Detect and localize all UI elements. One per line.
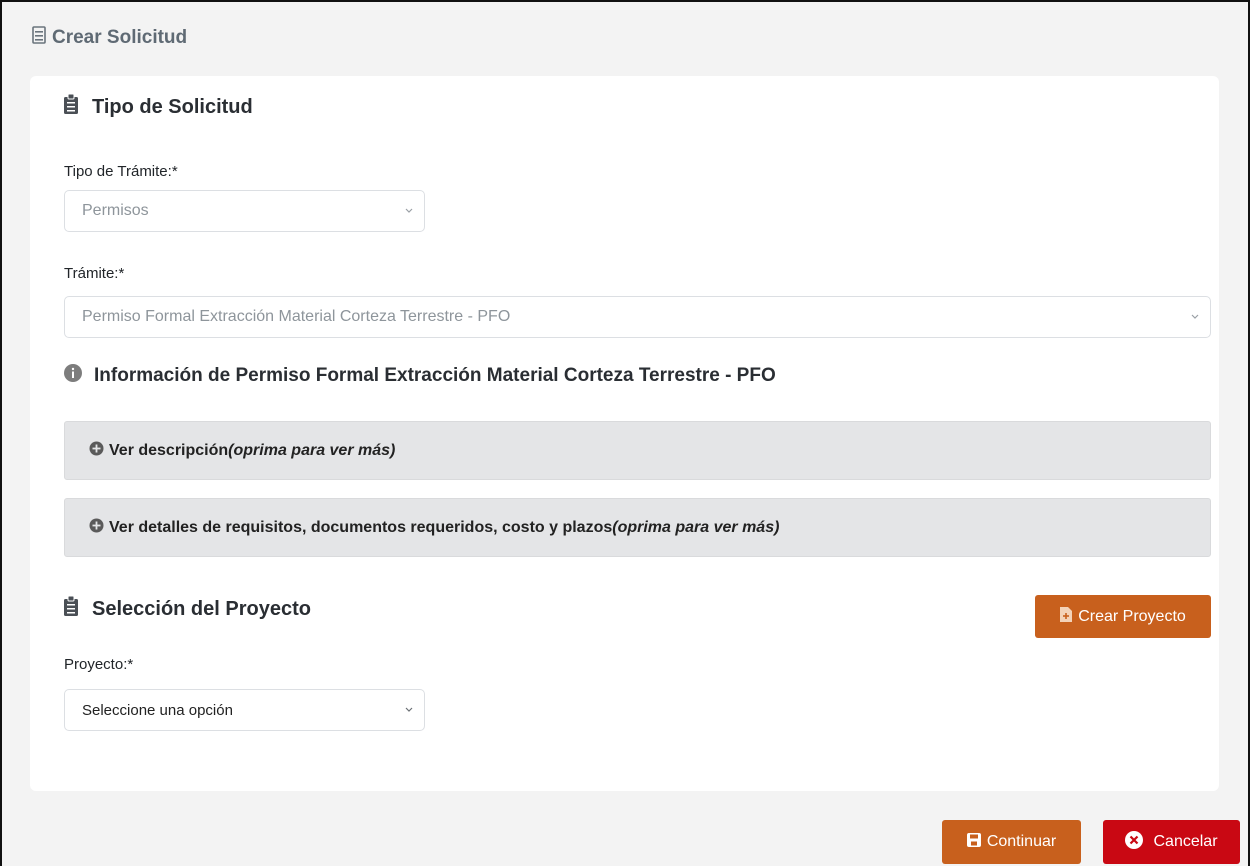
accordion-detalles[interactable]: Ver detalles de requisitos, documentos r… bbox=[64, 498, 1211, 557]
continuar-button[interactable]: Continuar bbox=[942, 820, 1081, 864]
section-informacion: Información de Permiso Formal Extracción… bbox=[64, 364, 776, 388]
section-proyecto: Selección del Proyecto bbox=[64, 595, 311, 622]
continuar-label: Continuar bbox=[986, 833, 1057, 850]
chevron-down-icon bbox=[1190, 309, 1200, 330]
proyecto-label: Proyecto:* bbox=[64, 656, 134, 673]
crear-proyecto-button[interactable]: Crear Proyecto bbox=[1035, 595, 1211, 638]
section-heading: Información de Permiso Formal Extracción… bbox=[94, 365, 776, 386]
plus-circle-icon bbox=[89, 518, 104, 538]
section-tipo-solicitud: Tipo de Solicitud bbox=[64, 93, 253, 120]
info-icon bbox=[64, 364, 82, 388]
form-card: Tipo de Solicitud Tipo de Trámite:* Perm… bbox=[30, 76, 1219, 791]
cancelar-button[interactable]: Cancelar bbox=[1103, 820, 1240, 864]
accordion-label: Ver detalles de requisitos, documentos r… bbox=[109, 518, 780, 536]
clipboard-icon bbox=[64, 595, 78, 622]
tramite-label: Trámite:* bbox=[64, 265, 125, 282]
plus-circle-icon bbox=[89, 441, 104, 461]
file-plus-icon bbox=[1060, 606, 1073, 627]
proyecto-value: Seleccione una opción bbox=[82, 701, 233, 719]
section-heading: Tipo de Solicitud bbox=[92, 95, 253, 118]
accordion-hint: (oprima para ver más) bbox=[228, 441, 396, 459]
page-title-text: Crear Solicitud bbox=[52, 27, 188, 48]
tramite-select[interactable]: Permiso Formal Extracción Material Corte… bbox=[64, 296, 1211, 338]
chevron-down-icon bbox=[404, 702, 414, 722]
clipboard-icon bbox=[64, 93, 78, 120]
tipo-tramite-select[interactable]: Permisos bbox=[64, 190, 425, 232]
crear-proyecto-label: Crear Proyecto bbox=[1078, 607, 1186, 625]
tramite-value: Permiso Formal Extracción Material Corte… bbox=[82, 308, 511, 325]
document-icon bbox=[32, 26, 46, 50]
save-icon bbox=[966, 832, 981, 852]
close-circle-icon bbox=[1125, 830, 1144, 854]
proyecto-select[interactable]: Seleccione una opción bbox=[64, 689, 425, 731]
section-heading: Selección del Proyecto bbox=[92, 597, 311, 620]
chevron-down-icon bbox=[404, 203, 414, 224]
accordion-descripcion[interactable]: Ver descripción(oprima para ver más) bbox=[64, 421, 1211, 480]
tipo-tramite-label: Tipo de Trámite:* bbox=[64, 163, 178, 180]
accordion-hint: (oprima para ver más) bbox=[612, 518, 780, 536]
tipo-tramite-value: Permisos bbox=[82, 202, 149, 219]
page-title: Crear Solicitud bbox=[32, 26, 187, 50]
accordion-label: Ver descripción(oprima para ver más) bbox=[109, 441, 396, 459]
cancelar-label: Cancelar bbox=[1153, 833, 1218, 850]
